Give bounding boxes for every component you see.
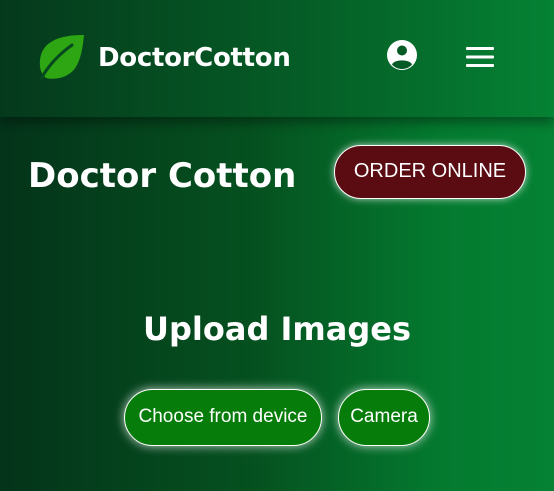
leaf-icon [39, 35, 84, 81]
app-header: DoctorCotton [0, 0, 554, 117]
camera-button[interactable]: Camera [338, 389, 430, 446]
brand-name[interactable]: DoctorCotton [98, 40, 291, 76]
order-online-button[interactable]: ORDER ONLINE [334, 145, 526, 199]
account-circle-icon[interactable] [385, 38, 419, 72]
page-title: Doctor Cotton [28, 156, 297, 196]
upload-heading: Upload Images [143, 310, 411, 348]
hamburger-menu-icon[interactable] [466, 46, 494, 68]
choose-from-device-button[interactable]: Choose from device [124, 389, 322, 446]
